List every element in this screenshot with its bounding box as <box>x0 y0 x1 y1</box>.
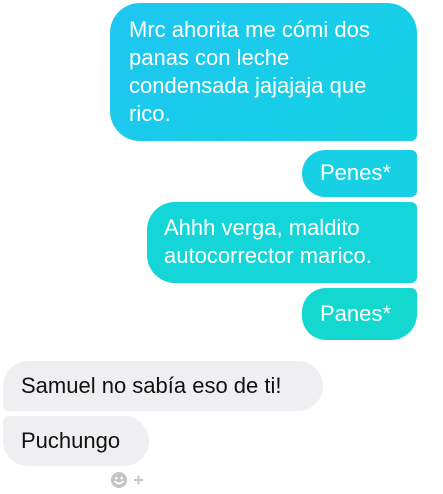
message-text: Penes* <box>320 160 391 185</box>
message-text: Samuel no sabía eso de ti! <box>21 373 282 398</box>
message-text: Puchungo <box>21 428 121 453</box>
message-text-line: condensada jajajaja que <box>129 73 367 98</box>
sent-message-bubble[interactable]: Penes* <box>302 150 417 197</box>
message-text-line: panas con leche <box>129 45 290 70</box>
message-text-line: Ahhh verga, maldito <box>164 215 360 240</box>
message-text-line: Mrc ahorita me cómi dos <box>129 17 370 42</box>
received-message-bubble[interactable]: Samuel no sabía eso de ti! <box>3 361 323 411</box>
sent-message-bubble[interactable]: Panes* <box>302 288 417 340</box>
sent-message-bubble[interactable]: Ahhh verga, maldito autocorrector marico… <box>147 202 417 283</box>
sent-message-bubble[interactable]: Mrc ahorita me cómi dos panas con leche … <box>110 3 417 141</box>
add-reaction-icon <box>111 472 143 488</box>
message-text: Panes* <box>320 301 391 326</box>
received-message-bubble[interactable]: Puchungo <box>3 416 149 466</box>
message-text-line: autocorrector marico. <box>164 243 372 268</box>
add-reaction-button[interactable] <box>110 471 146 489</box>
message-text-line: rico. <box>129 101 171 126</box>
